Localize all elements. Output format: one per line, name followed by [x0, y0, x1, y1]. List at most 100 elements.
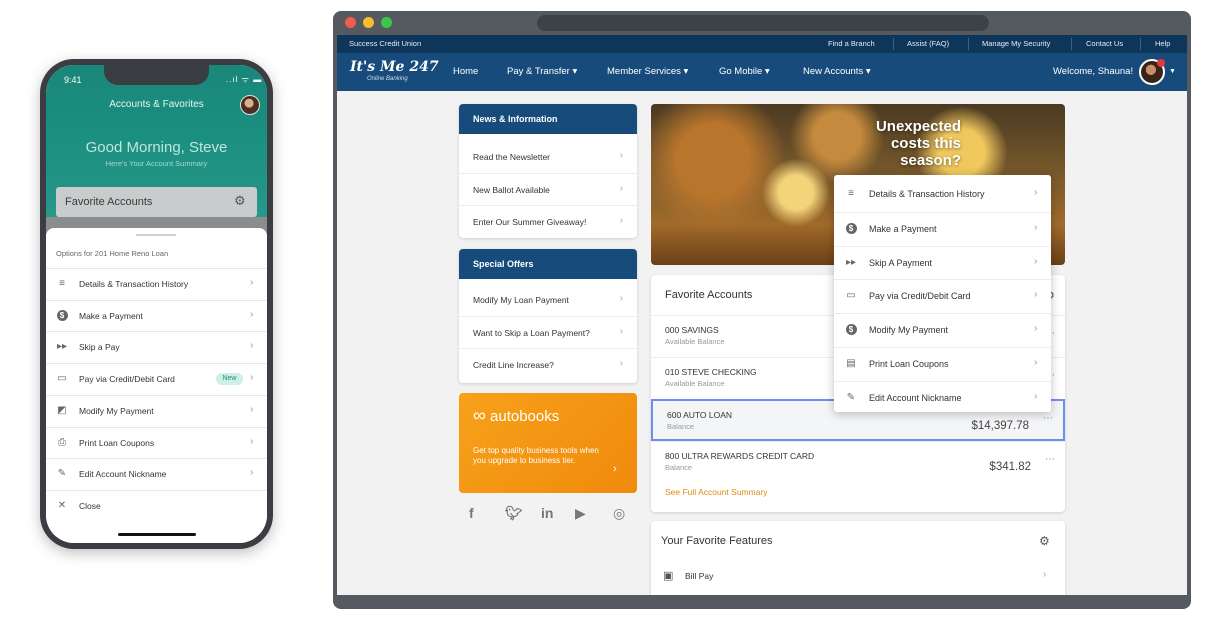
phone-option-label: Edit Account Nickname: [79, 469, 167, 480]
credit-card-icon: ▭: [57, 373, 67, 385]
phone-option-print-coupons[interactable]: ⎙ Print Loan Coupons ›: [46, 426, 267, 459]
nav-member-services[interactable]: Member Services ▾: [607, 66, 688, 77]
assist-faq-link[interactable]: Assist (FAQ): [907, 39, 949, 48]
news-item-label: Enter Our Summer Giveaway!: [473, 217, 587, 227]
calendar-icon: ▣: [663, 570, 674, 582]
account-balance-label: Balance: [665, 463, 693, 472]
account-row[interactable]: 800 ULTRA REWARDS CREDIT CARD Balance $3…: [651, 441, 1065, 483]
gear-icon[interactable]: ⚙: [1039, 534, 1050, 548]
phone-status-icons: ..ıl ᯤ ▬: [226, 75, 263, 84]
divider: [1071, 38, 1072, 50]
gear-icon[interactable]: ⚙: [234, 193, 246, 209]
infinity-icon: ∞: [473, 405, 486, 425]
news-item[interactable]: Enter Our Summer Giveaway! ›: [459, 205, 637, 237]
feature-bill-pay[interactable]: Bill Pay: [685, 571, 713, 581]
minimize-window-icon[interactable]: [363, 17, 374, 28]
manage-security-link[interactable]: Manage My Security: [982, 39, 1050, 48]
menu-item-make-payment[interactable]: $ Make a Payment ›: [834, 211, 1051, 246]
new-badge: New: [216, 373, 243, 386]
menu-item-modify-payment[interactable]: $ Modify My Payment ›: [834, 313, 1051, 347]
menu-item-edit-nickname[interactable]: ✎ Edit Account Nickname ›: [834, 380, 1051, 415]
chevron-right-icon: ›: [250, 372, 254, 384]
offer-item-label: Credit Line Increase?: [473, 360, 554, 370]
menu-item-skip-payment[interactable]: ▸▸ Skip A Payment ›: [834, 245, 1051, 280]
autobooks-promo[interactable]: ∞ autobooks Get top quality business too…: [459, 393, 637, 493]
phone-header-title: Accounts & Favorites: [109, 99, 204, 110]
menu-item-details[interactable]: ≡ Details & Transaction History ›: [834, 178, 1051, 212]
chevron-down-icon[interactable]: ▼: [1169, 68, 1176, 75]
phone-option-make-payment[interactable]: $ Make a Payment ›: [46, 299, 267, 332]
news-item[interactable]: New Ballot Available ›: [459, 173, 637, 205]
nav-home[interactable]: Home: [453, 66, 478, 77]
chevron-right-icon: ›: [1034, 390, 1038, 402]
account-name: 600 AUTO LOAN: [667, 410, 733, 420]
linkedin-icon[interactable]: in: [541, 505, 553, 521]
logo[interactable]: It's Me 247: [350, 59, 439, 75]
offer-item[interactable]: Credit Line Increase? ›: [459, 348, 637, 380]
nav-new-accounts[interactable]: New Accounts ▾: [803, 66, 871, 77]
nav-pay-transfer[interactable]: Pay & Transfer ▾: [507, 66, 577, 77]
phone-option-label: Close: [79, 500, 101, 511]
menu-item-label: Details & Transaction History: [869, 189, 985, 199]
divider: [968, 38, 969, 50]
utility-bar: Success Credit Union Find a Branch Assis…: [337, 35, 1187, 53]
chevron-right-icon: ›: [1043, 569, 1047, 580]
menu-item-print-coupons[interactable]: ▤ Print Loan Coupons ›: [834, 347, 1051, 381]
chevron-right-icon: ›: [619, 215, 623, 226]
credit-card-icon: ▭: [846, 290, 856, 302]
twitter-icon[interactable]: 🐦︎: [505, 505, 523, 522]
more-options-icon[interactable]: ⋯: [1043, 413, 1053, 424]
phone-option-skip-pay[interactable]: ▸▸ Skip a Pay ›: [46, 331, 267, 363]
help-link[interactable]: Help: [1155, 39, 1170, 48]
dollar-circle-icon: $: [844, 324, 858, 336]
facebook-icon[interactable]: f: [469, 505, 474, 521]
chevron-right-icon: ›: [1034, 187, 1038, 198]
nav-go-mobile[interactable]: Go Mobile ▾: [719, 66, 770, 77]
account-balance: $14,397.78: [971, 420, 1029, 432]
menu-item-label: Make a Payment: [869, 223, 937, 234]
find-branch-link[interactable]: Find a Branch: [828, 39, 875, 48]
offer-item[interactable]: Want to Skip a Loan Payment? ›: [459, 316, 637, 348]
chevron-right-icon: ›: [1034, 323, 1038, 335]
phone-option-modify-payment[interactable]: ◩ Modify My Payment ›: [46, 394, 267, 427]
more-options-icon[interactable]: ⋯: [1045, 454, 1055, 465]
printer-icon: ⎙: [58, 436, 66, 448]
list-check-icon: ≡: [59, 278, 65, 289]
address-bar[interactable]: [537, 15, 989, 31]
web-page: Success Credit Union Find a Branch Assis…: [337, 35, 1187, 595]
phone-option-edit-nickname[interactable]: ✎ Edit Account Nickname ›: [46, 458, 267, 490]
menu-item-label: Pay via Credit/Debit Card: [869, 291, 971, 302]
news-item[interactable]: Read the Newsletter ›: [459, 141, 637, 173]
instagram-icon[interactable]: ◎: [613, 505, 625, 522]
chevron-right-icon: ›: [250, 277, 254, 288]
home-indicator[interactable]: [118, 533, 196, 536]
youtube-icon[interactable]: ▶: [575, 505, 586, 522]
avatar[interactable]: [240, 95, 260, 115]
phone-option-close[interactable]: ✕ Close: [46, 489, 267, 522]
maximize-window-icon[interactable]: [381, 17, 392, 28]
close-icon: ✕: [57, 499, 67, 511]
account-options-menu: ≡ Details & Transaction History › $ Make…: [834, 175, 1051, 412]
logo-subtitle: Online Banking: [367, 76, 408, 82]
favorite-features-card: Your Favorite Features ⚙ ▣ Bill Pay ›: [651, 521, 1065, 595]
menu-item-pay-card[interactable]: ▭ Pay via Credit/Debit Card ›: [834, 279, 1051, 313]
phone-option-label: Modify My Payment: [79, 405, 154, 416]
phone-option-details[interactable]: ≡ Details & Transaction History ›: [46, 268, 267, 300]
dollar-circle-icon: $: [55, 309, 69, 321]
close-window-icon[interactable]: [345, 17, 356, 28]
phone-favorite-accounts-label: Favorite Accounts: [65, 196, 153, 208]
chevron-right-icon: ›: [619, 326, 623, 337]
browser-window: Success Credit Union Find a Branch Assis…: [333, 11, 1191, 609]
phone-option-pay-card[interactable]: ▭ Pay via Credit/Debit Card New ›: [46, 363, 267, 395]
see-full-summary-link[interactable]: See Full Account Summary: [665, 487, 768, 497]
chevron-right-icon: ›: [619, 183, 623, 194]
phone-subgreeting: Here's Your Account Summary: [105, 159, 208, 168]
chevron-right-icon: ›: [1034, 357, 1038, 368]
sheet-handle[interactable]: [136, 234, 176, 236]
pencil-icon: ✎: [57, 468, 67, 480]
menu-item-label: Edit Account Nickname: [869, 392, 962, 403]
contact-us-link[interactable]: Contact Us: [1086, 39, 1123, 48]
offer-item[interactable]: Modify My Loan Payment ›: [459, 284, 637, 316]
account-name: 000 SAVINGS: [665, 325, 719, 335]
brand-name: Success Credit Union: [349, 39, 422, 48]
